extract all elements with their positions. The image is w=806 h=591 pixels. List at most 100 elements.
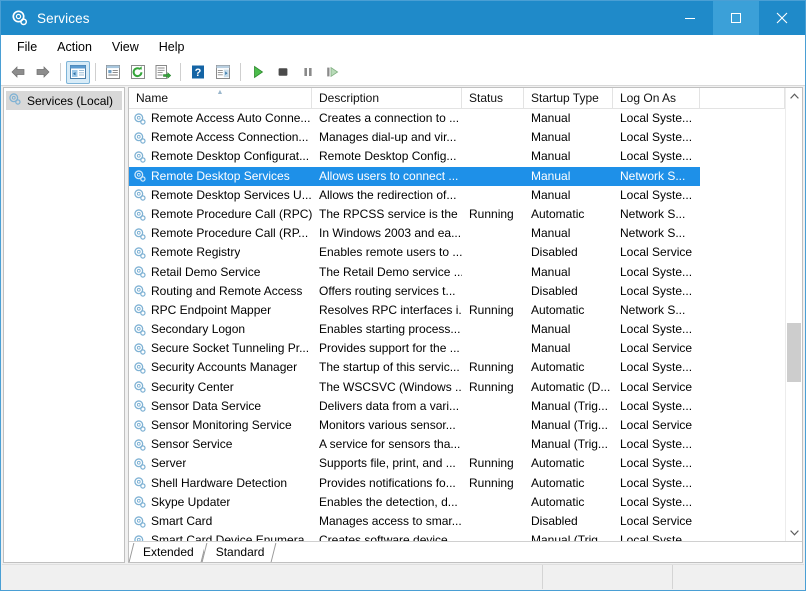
cell-description: Manages access to smar... — [319, 513, 462, 528]
table-row[interactable]: Routing and Remote Access Offers routing … — [129, 282, 785, 301]
column-header-startup-type[interactable]: Startup Type — [524, 88, 613, 109]
table-row[interactable]: Remote Desktop Configurat... Remote Deskt… — [129, 147, 785, 166]
scroll-up-arrow-icon[interactable] — [786, 88, 802, 105]
cell-startup-type: Automatic — [531, 456, 585, 471]
table-row[interactable]: Retail Demo Service The Retail Demo servi… — [129, 263, 785, 282]
column-header-log-on-as[interactable]: Log On As — [613, 88, 700, 109]
cell-log-on-as: Local Syste... — [620, 437, 693, 452]
menu-file[interactable]: File — [7, 36, 47, 58]
table-row[interactable]: Remote Procedure Call (RP... In Windows 2… — [129, 224, 785, 243]
cell-name: Sensor Data Service — [129, 397, 312, 416]
menu-help[interactable]: Help — [149, 36, 195, 58]
stop-service-button[interactable] — [271, 61, 295, 84]
export-list-button[interactable] — [151, 61, 175, 84]
cell-status: Running — [469, 206, 514, 221]
cell-log-on-as: Local Syste... — [620, 494, 693, 509]
scrollbar-thumb[interactable] — [787, 322, 801, 382]
tree-item-label: Services (Local) — [27, 93, 114, 108]
service-name-label: Remote Desktop Services — [151, 168, 290, 183]
table-row[interactable]: Shell Hardware Detection Provides notific… — [129, 474, 785, 493]
minimize-button[interactable] — [667, 1, 713, 35]
cell-filler — [700, 454, 785, 473]
column-header-blank[interactable] — [700, 88, 785, 109]
cell-description: Delivers data from a vari... — [319, 398, 460, 413]
cell-status — [462, 531, 524, 541]
service-gear-icon — [133, 284, 147, 298]
service-name-label: Retail Demo Service — [151, 264, 261, 279]
service-gear-icon — [133, 131, 147, 145]
table-row[interactable]: Skype Updater Enables the detection, d...… — [129, 493, 785, 512]
cell-status — [462, 435, 524, 454]
show-action-pane-button[interactable] — [211, 61, 235, 84]
table-row[interactable]: Remote Procedure Call (RPC) The RPCSS ser… — [129, 205, 785, 224]
table-row[interactable]: Remote Desktop Services Allows users to c… — [129, 166, 785, 186]
service-gear-icon — [133, 188, 147, 202]
close-button[interactable] — [759, 1, 805, 35]
cell-status — [462, 147, 524, 166]
table-row[interactable]: Sensor Data Service Delivers data from a … — [129, 397, 785, 416]
cell-log-on-as: Local Service — [620, 379, 693, 394]
column-header-status[interactable]: Status — [462, 88, 524, 109]
table-row[interactable]: Remote Registry Enables remote users to .… — [129, 243, 785, 262]
table-row[interactable]: Remote Access Auto Conne... Creates a con… — [129, 109, 785, 128]
cell-filler — [700, 474, 785, 493]
column-header-name[interactable]: Name ▲ — [129, 88, 312, 109]
back-button[interactable] — [6, 61, 30, 84]
cell-filler — [700, 435, 785, 454]
table-row[interactable]: Secondary Logon Enables starting process.… — [129, 320, 785, 339]
scrollbar-track[interactable] — [786, 105, 802, 524]
properties-button[interactable] — [101, 61, 125, 84]
restart-service-button[interactable] — [321, 61, 345, 84]
vertical-scrollbar[interactable] — [785, 88, 802, 541]
cell-filler — [700, 493, 785, 512]
cell-log-on-as: Local Service — [620, 418, 693, 432]
tree-item-services-local[interactable]: Services (Local) — [6, 91, 122, 110]
cell-description: Enables remote users to ... — [319, 245, 462, 260]
table-row[interactable]: Sensor Service A service for sensors tha.… — [129, 435, 785, 454]
table-row[interactable]: Smart Card Manages access to smar... Disab… — [129, 512, 785, 531]
show-hide-console-tree-button[interactable] — [66, 60, 90, 84]
forward-button[interactable] — [31, 61, 55, 84]
menu-view[interactable]: View — [102, 36, 149, 58]
cell-startup-type: Automatic — [531, 494, 585, 509]
status-pane-2 — [543, 565, 673, 589]
table-row[interactable]: Remote Access Connection... Manages dial-… — [129, 128, 785, 147]
table-row[interactable]: Secure Socket Tunneling Pr... Provides su… — [129, 339, 785, 358]
maximize-button[interactable] — [713, 1, 759, 35]
cell-startup-type: Automatic (D... — [531, 379, 611, 394]
pause-service-button[interactable] — [296, 61, 320, 84]
cell-description: Allows users to connect ... — [312, 166, 462, 186]
table-row[interactable]: RPC Endpoint Mapper Resolves RPC interfac… — [129, 301, 785, 320]
menu-action[interactable]: Action — [47, 36, 102, 58]
window-controls — [667, 1, 805, 35]
cell-status — [462, 320, 524, 339]
cell-status: Running — [469, 379, 514, 394]
column-header-description[interactable]: Description — [312, 88, 462, 109]
cell-log-on-as: Local Syste... — [620, 322, 693, 337]
cell-name: Retail Demo Service — [129, 263, 312, 282]
start-service-button[interactable] — [246, 61, 270, 84]
column-header-label: Status — [469, 91, 504, 105]
service-name-label: Remote Registry — [151, 245, 241, 260]
services-list-pane: Name ▲ Description Status Startup Type Log On… — [128, 87, 803, 563]
service-name-label: Remote Procedure Call (RPC) — [151, 206, 312, 221]
table-row[interactable]: Smart Card Device Enumera... Creates soft… — [129, 531, 785, 541]
table-row[interactable]: Security Center The WSCSVC (Windows ... Ru… — [129, 378, 785, 397]
cell-name: Server — [129, 454, 312, 473]
scroll-down-arrow-icon[interactable] — [786, 524, 802, 541]
cell-filler — [700, 186, 785, 205]
services-window: Services File Action View Help ? Service… — [0, 0, 806, 591]
service-name-label: Routing and Remote Access — [151, 283, 303, 298]
tab-extended[interactable]: Extended — [131, 543, 204, 562]
table-row[interactable]: Remote Desktop Services U... Allows the r… — [129, 186, 785, 205]
table-row[interactable]: Security Accounts Manager The startup of … — [129, 358, 785, 377]
help-question-icon-button[interactable]: ? — [186, 61, 210, 84]
cell-description: The RPCSS service is the ... — [319, 206, 462, 221]
refresh-button[interactable] — [126, 61, 150, 84]
column-header-label: Log On As — [620, 91, 677, 105]
sort-ascending-icon: ▲ — [216, 89, 224, 96]
table-row[interactable]: Server Supports file, print, and ... Runni… — [129, 454, 785, 473]
tab-standard[interactable]: Standard — [203, 543, 275, 562]
table-row[interactable]: Sensor Monitoring Service Monitors variou… — [129, 416, 785, 435]
cell-log-on-as: Local Service — [620, 245, 693, 260]
